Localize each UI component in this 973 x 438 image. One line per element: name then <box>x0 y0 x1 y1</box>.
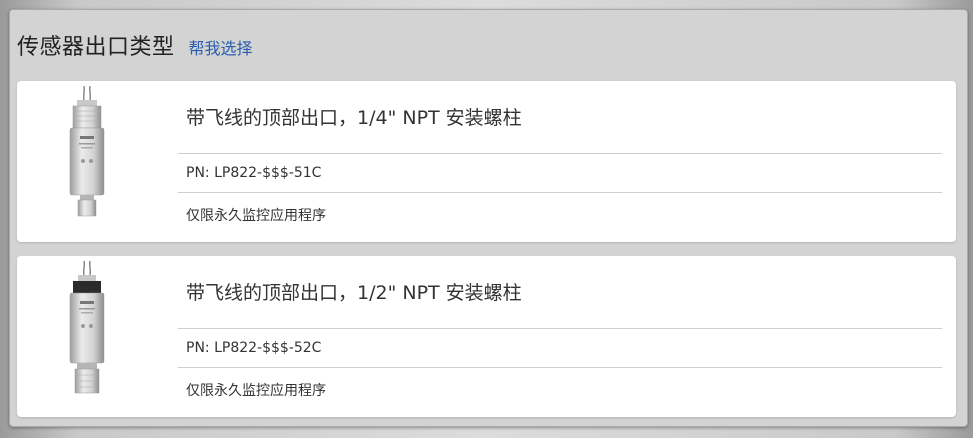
part-number: PN: LP822-$$$-51C <box>186 165 322 181</box>
product-info: 带飞线的顶部出口，1/4" NPT 安装螺柱 PN: LP822-$$$-51C… <box>178 81 942 242</box>
divider <box>178 328 942 329</box>
product-info: 带飞线的顶部出口，1/2" NPT 安装螺柱 PN: LP822-$$$-52C… <box>178 256 942 417</box>
divider <box>178 367 942 368</box>
product-title: 带飞线的顶部出口，1/4" NPT 安装螺柱 <box>186 107 522 129</box>
section-header: 传感器出口类型 帮我选择 <box>17 29 253 60</box>
divider <box>178 153 942 154</box>
divider <box>178 192 942 193</box>
sensor-image <box>47 261 127 411</box>
help-me-choose-link[interactable]: 帮我选择 <box>189 35 253 59</box>
sensor-exit-type-panel: 传感器出口类型 帮我选择 带飞线的顶部出口，1/4" NPT 安装螺柱 PN: … <box>9 9 968 427</box>
application-note: 仅限永久监控应用程序 <box>186 208 326 224</box>
product-option-card[interactable]: 带飞线的顶部出口，1/4" NPT 安装螺柱 PN: LP822-$$$-51C… <box>17 81 956 242</box>
product-option-card[interactable]: 带飞线的顶部出口，1/2" NPT 安装螺柱 PN: LP822-$$$-52C… <box>17 256 956 417</box>
section-title: 传感器出口类型 <box>17 35 175 60</box>
part-number: PN: LP822-$$$-52C <box>186 340 322 356</box>
product-title: 带飞线的顶部出口，1/2" NPT 安装螺柱 <box>186 282 522 304</box>
application-note: 仅限永久监控应用程序 <box>186 383 326 399</box>
sensor-image <box>47 86 127 236</box>
